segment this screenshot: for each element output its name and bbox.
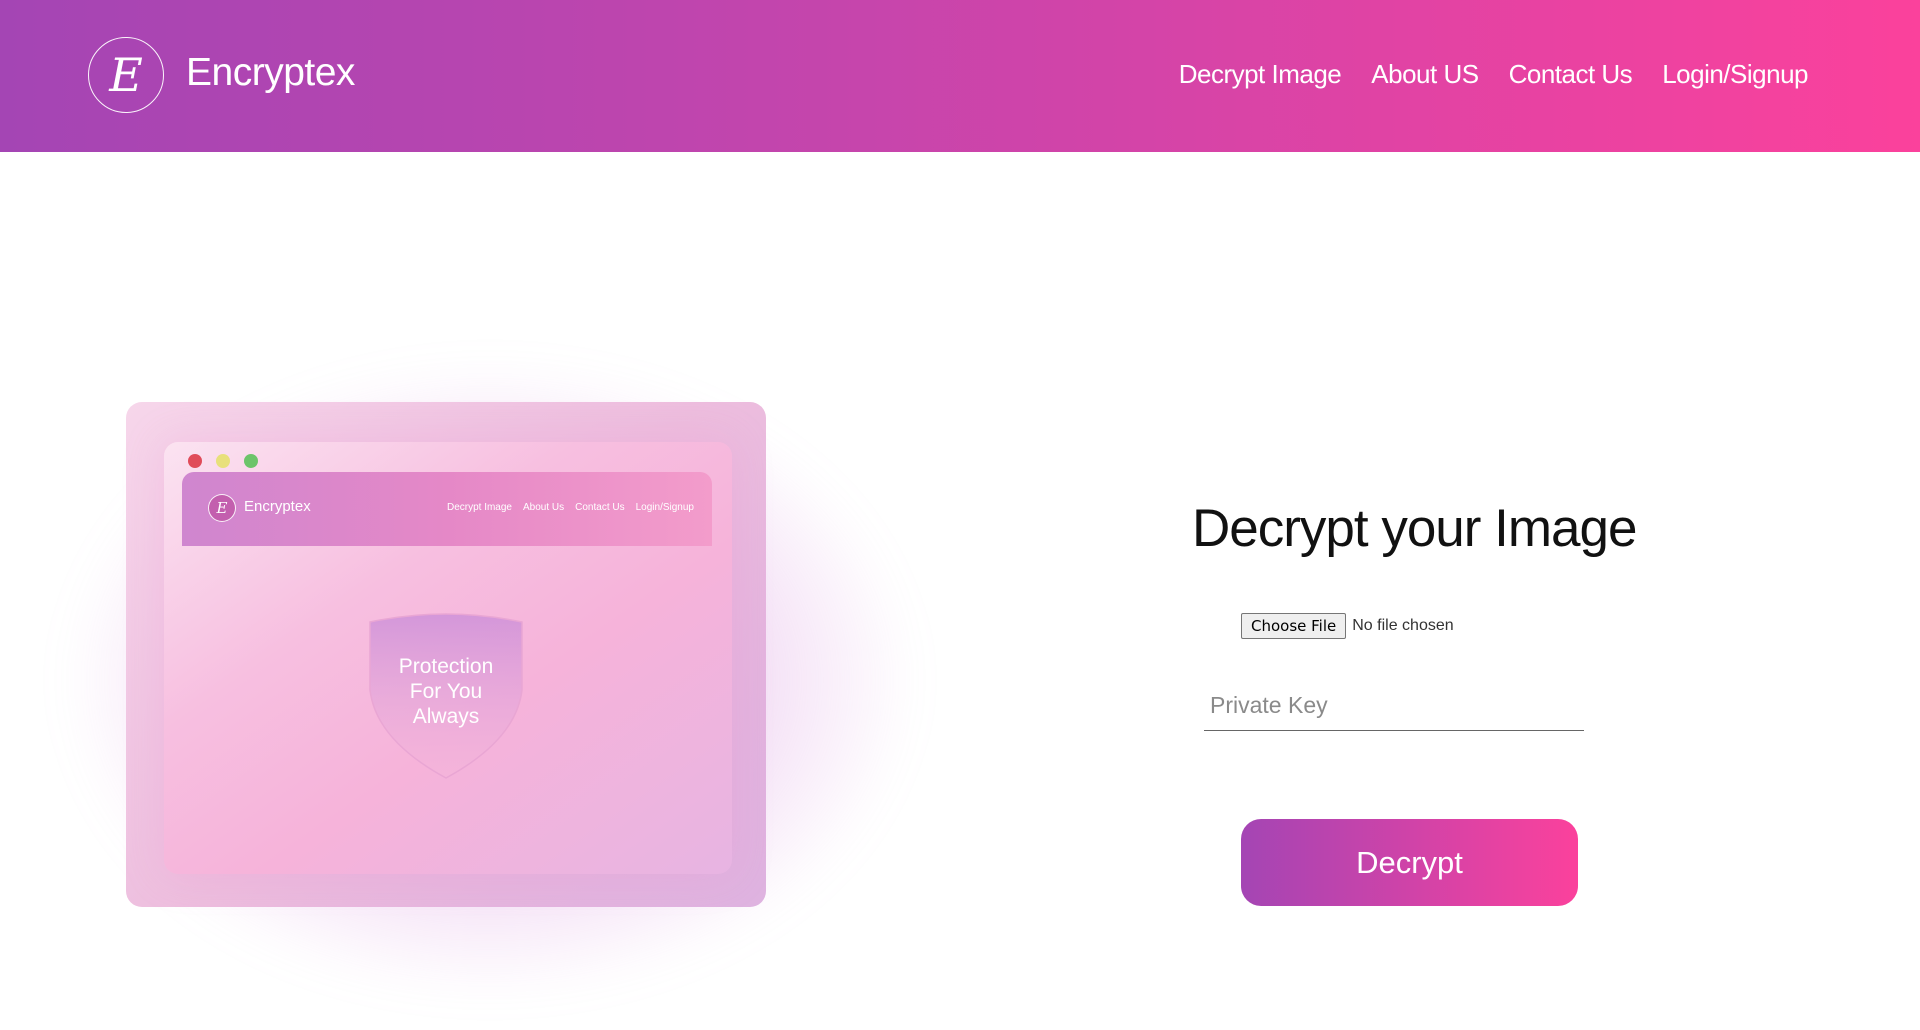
- brand-logo-icon[interactable]: E: [88, 37, 164, 113]
- mock-nav-link: About Us: [523, 502, 565, 513]
- brand-name[interactable]: Encryptex: [186, 51, 355, 95]
- mock-nav-links: Decrypt Image About Us Contact Us Login/…: [447, 502, 694, 513]
- nav-link-about-us[interactable]: About US: [1371, 60, 1479, 89]
- nav-link-login-signup[interactable]: Login/Signup: [1662, 60, 1808, 89]
- mock-nav-link: Contact Us: [575, 502, 625, 513]
- mock-logo-letter: E: [216, 499, 228, 517]
- file-status-text: No file chosen: [1352, 617, 1454, 634]
- logo-letter: E: [109, 48, 143, 102]
- hero-illustration: E Encryptex Decrypt Image About Us Conta…: [40, 330, 920, 1030]
- mock-logo-icon: E: [208, 494, 236, 522]
- window-close-dot: [188, 454, 202, 468]
- mock-brand-name: Encryptex: [244, 498, 311, 515]
- decrypt-button[interactable]: Decrypt: [1241, 819, 1578, 906]
- top-navbar: E Encryptex Decrypt Image About US Conta…: [0, 0, 1920, 152]
- nav-links: Decrypt Image About US Contact Us Login/…: [1179, 60, 1809, 89]
- mock-browser-window: E Encryptex Decrypt Image About Us Conta…: [164, 442, 732, 874]
- private-key-input[interactable]: [1204, 680, 1584, 731]
- mock-nav-link: Decrypt Image: [446, 502, 512, 513]
- nav-link-contact-us[interactable]: Contact Us: [1509, 60, 1633, 89]
- shield-caption: Protection For You Always: [398, 655, 494, 728]
- window-maximize-dot: [244, 454, 258, 468]
- mock-nav-link: Login/Signup: [635, 502, 694, 513]
- file-upload: Choose File No file chosen: [1241, 613, 1454, 639]
- page-title: Decrypt your Image: [1192, 499, 1637, 558]
- choose-file-button[interactable]: Choose File: [1241, 613, 1347, 639]
- nav-link-decrypt-image[interactable]: Decrypt Image: [1179, 60, 1342, 89]
- window-minimize-dot: [216, 454, 230, 468]
- mock-navbar: E Encryptex Decrypt Image About Us Conta…: [182, 472, 712, 546]
